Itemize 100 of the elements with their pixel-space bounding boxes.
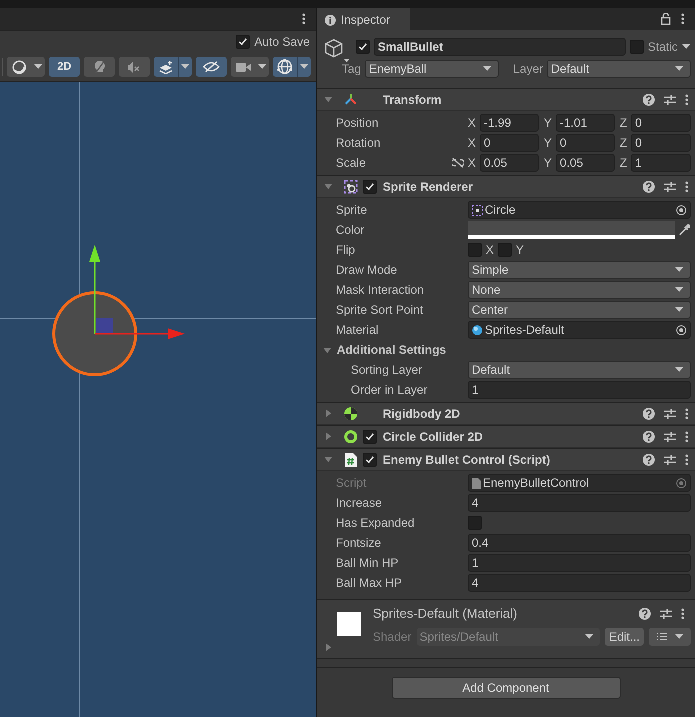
number-field[interactable]: -1.01 <box>556 114 615 132</box>
dropdown[interactable]: Center <box>468 301 691 319</box>
number-field[interactable]: 0 <box>480 134 539 152</box>
muted-speaker-icon <box>127 60 142 74</box>
sliders-icon[interactable] <box>660 608 672 620</box>
number-field[interactable]: 1 <box>631 154 691 172</box>
object-field[interactable]: Circle <box>468 201 691 219</box>
property-label: Order in Layer <box>351 382 428 399</box>
more-options-icon[interactable] <box>685 94 689 106</box>
static-checkbox[interactable] <box>630 40 644 54</box>
toolbar-button[interactable] <box>196 57 227 77</box>
toolbar-button[interactable] <box>273 57 311 77</box>
collapse-arrow-icon[interactable] <box>324 182 333 191</box>
more-options-icon[interactable] <box>685 408 689 420</box>
collapse-arrow-icon[interactable] <box>324 95 333 104</box>
color-field[interactable] <box>468 221 675 239</box>
dropdown[interactable]: Simple <box>468 261 691 279</box>
expand-arrow-icon[interactable] <box>324 409 333 418</box>
number-field[interactable]: -1.99 <box>480 114 539 132</box>
camera-icon <box>236 62 250 72</box>
help-icon[interactable] <box>643 94 655 106</box>
active-checkbox[interactable] <box>356 40 370 54</box>
toolbar-button[interactable] <box>231 57 269 77</box>
enable-checkbox[interactable] <box>363 452 377 466</box>
number-field[interactable]: 0 <box>631 134 691 152</box>
more-options-icon[interactable] <box>685 454 689 466</box>
sliders-icon[interactable] <box>664 408 676 420</box>
help-icon[interactable] <box>643 408 655 420</box>
inspector-tab[interactable]: Inspector <box>317 8 410 30</box>
checkbox[interactable] <box>468 243 482 257</box>
number-field[interactable]: 4 <box>468 574 691 592</box>
number-field[interactable]: 0 <box>631 114 691 132</box>
dropdown[interactable]: Default <box>468 361 691 379</box>
number-field[interactable]: 0.05 <box>480 154 539 172</box>
gizmo-globe-icon <box>277 59 293 75</box>
help-icon[interactable] <box>643 430 655 442</box>
component-title: Circle Collider 2D <box>383 428 484 446</box>
auto-save-label: Auto Save <box>254 34 310 51</box>
component-header[interactable]: Enemy Bullet Control (Script) <box>317 449 695 471</box>
toolbar-button[interactable] <box>7 57 45 77</box>
number-field[interactable]: 0.05 <box>556 154 615 172</box>
component-header[interactable]: Circle Collider 2D <box>317 426 695 448</box>
help-icon[interactable] <box>643 180 655 192</box>
number-field[interactable]: 1 <box>468 554 691 572</box>
checkbox[interactable] <box>498 243 512 257</box>
axis-label: Y <box>544 155 552 172</box>
expand-arrow-icon[interactable] <box>324 643 333 652</box>
component-header[interactable]: Rigidbody 2D <box>317 403 695 425</box>
sliders-icon[interactable] <box>664 454 676 466</box>
toolbar-button[interactable] <box>154 57 192 77</box>
edit-button[interactable]: Edit... <box>605 628 644 646</box>
dropdown[interactable]: None <box>468 281 691 299</box>
rect-handle[interactable] <box>96 318 113 334</box>
checkbox[interactable] <box>236 35 250 49</box>
list-dropdown[interactable] <box>649 628 691 646</box>
info-icon <box>325 14 336 26</box>
unlink-icon[interactable] <box>452 158 464 168</box>
property-label: Rotation <box>336 135 381 152</box>
collapse-arrow-icon[interactable] <box>324 455 333 464</box>
number-field[interactable]: 4 <box>468 494 691 512</box>
layer-dropdown[interactable]: Default <box>547 60 691 78</box>
toolbar-button[interactable]: 2D <box>49 57 80 77</box>
enable-checkbox[interactable] <box>363 430 377 444</box>
light-bulb-icon <box>94 60 106 74</box>
help-icon[interactable] <box>639 608 651 620</box>
more-options-icon[interactable] <box>685 180 689 192</box>
sliders-icon[interactable] <box>664 430 676 442</box>
material-preview <box>337 612 361 636</box>
x-axis-arrow[interactable] <box>95 328 185 340</box>
name-field[interactable]: SmallBullet <box>374 38 626 56</box>
expand-arrow-icon[interactable] <box>324 432 333 441</box>
collapse-arrow-icon[interactable] <box>323 346 332 354</box>
property-label: Sprite <box>336 202 368 219</box>
property-label: Color <box>336 222 365 239</box>
more-options-icon[interactable] <box>681 13 685 25</box>
lock-icon[interactable] <box>661 13 671 25</box>
sliders-icon[interactable] <box>664 180 676 192</box>
tag-dropdown[interactable]: EnemyBall <box>365 60 500 78</box>
eyedropper-icon[interactable] <box>679 224 691 236</box>
object-field[interactable]: Sprites-Default <box>468 321 691 339</box>
sprite-icon <box>472 204 483 216</box>
y-axis-arrow[interactable] <box>90 245 100 334</box>
foldout-label[interactable]: Additional Settings <box>337 341 446 359</box>
checkbox[interactable] <box>468 516 482 530</box>
more-options-icon[interactable] <box>681 608 685 620</box>
component-header[interactable]: Transform <box>317 89 695 111</box>
number-field[interactable]: 0.4 <box>468 534 691 552</box>
component-header[interactable]: Sprite Renderer <box>317 176 695 198</box>
more-options-icon[interactable] <box>685 430 689 442</box>
object-picker-icon[interactable] <box>676 324 687 336</box>
help-icon[interactable] <box>643 454 655 466</box>
add-component-button[interactable]: Add Component <box>392 677 620 699</box>
checkmark-icon <box>365 454 375 464</box>
number-field[interactable]: 0 <box>556 134 615 152</box>
number-field[interactable]: 1 <box>468 381 691 399</box>
sliders-icon[interactable] <box>664 94 676 106</box>
more-options-icon[interactable] <box>302 13 306 25</box>
object-picker-icon[interactable] <box>676 204 687 216</box>
enable-checkbox[interactable] <box>363 180 377 194</box>
axis-label: Z <box>620 115 628 132</box>
